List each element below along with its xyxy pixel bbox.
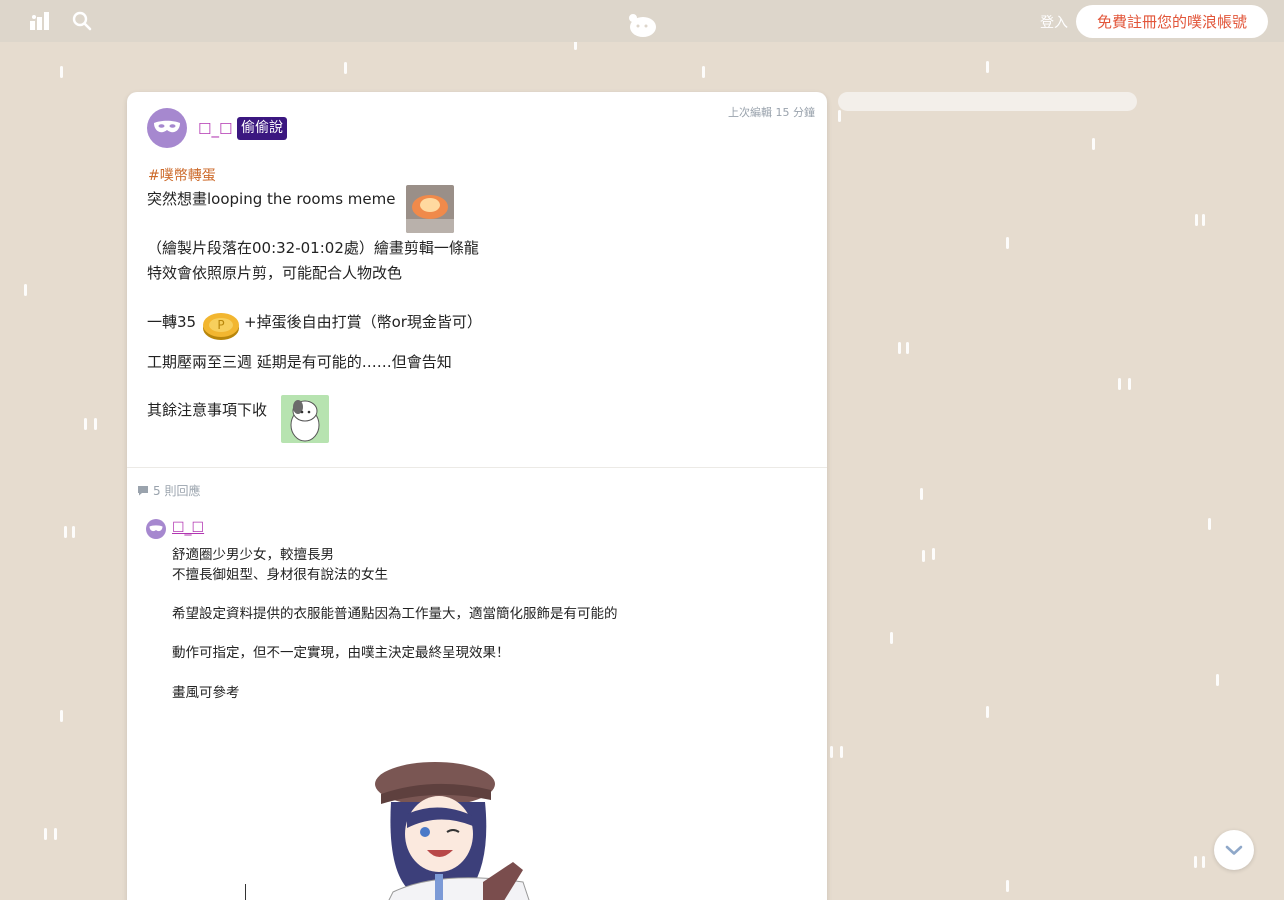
post-line: （繪製片段落在00:32-01:02處）繪畫剪輯一條龍 <box>147 239 479 257</box>
dog-emoticon <box>281 395 329 443</box>
secret-badge: 偷偷說 <box>237 117 287 140</box>
response-count[interactable]: 5 則回應 <box>137 482 200 499</box>
search-icon[interactable] <box>72 11 92 31</box>
reply-line: 舒適圈少男少女，較擅長男 <box>172 547 334 563</box>
avatar[interactable] <box>146 519 166 539</box>
edited-timestamp: 上次編輯 15 分鐘 <box>728 106 815 119</box>
post-author-name[interactable]: ☐_☐ <box>198 120 232 138</box>
hashtag-link[interactable]: #噗幣轉蛋 <box>148 165 216 185</box>
post-line: 工期壓兩至三週 延期是有可能的……但會告知 <box>147 353 452 371</box>
reply-line: 畫風可參考 <box>172 685 240 701</box>
post-line: 特效會依照原片剪，可能配合人物改色 <box>147 264 403 282</box>
comment-icon <box>138 486 148 496</box>
karma-coin-icon: P <box>200 308 242 342</box>
plurk-post-card: ☐_☐ 偷偷說 上次編輯 15 分鐘 #噗幣轉蛋 突然想畫looping the… <box>127 92 827 900</box>
text-caret <box>245 884 246 900</box>
mask-icon <box>149 525 163 532</box>
character-illustration[interactable] <box>373 742 573 900</box>
divider <box>127 467 827 468</box>
post-line: 其餘注意事項下收 <box>147 401 268 419</box>
reply-line: 希望設定資料提供的衣服能普通點因為工作量大，適當簡化服飾是有可能的 <box>172 606 618 622</box>
timeline-icon[interactable] <box>30 12 50 30</box>
chevron-down-icon <box>1225 845 1243 855</box>
top-navigation-bar: 登入 免費註冊您的噗浪帳號 <box>0 0 1284 42</box>
reply-author-name[interactable]: ☐_☐ <box>172 520 204 536</box>
svg-text:P: P <box>217 318 224 332</box>
reply-line: 不擅長御姐型、身材很有說法的女生 <box>172 567 388 583</box>
mask-icon <box>154 120 180 133</box>
response-count-label: 5 則回應 <box>153 484 201 498</box>
login-link[interactable]: 登入 <box>1040 12 1068 32</box>
fire-emoticon <box>406 185 454 233</box>
post-line: +掉蛋後自由打賞（幣or現金皆可） <box>244 313 482 331</box>
signup-button[interactable]: 免費註冊您的噗浪帳號 <box>1076 5 1268 38</box>
post-line: 一轉35 <box>147 313 197 331</box>
scroll-down-button[interactable] <box>1214 830 1254 870</box>
avatar[interactable] <box>147 108 187 148</box>
sidebar-placeholder <box>838 92 1137 111</box>
reply-line: 動作可指定，但不一定實現，由噗主決定最終呈現效果！ <box>172 645 510 661</box>
plurk-logo-icon[interactable] <box>626 12 658 38</box>
post-line: 突然想畫looping the rooms meme <box>147 190 396 208</box>
